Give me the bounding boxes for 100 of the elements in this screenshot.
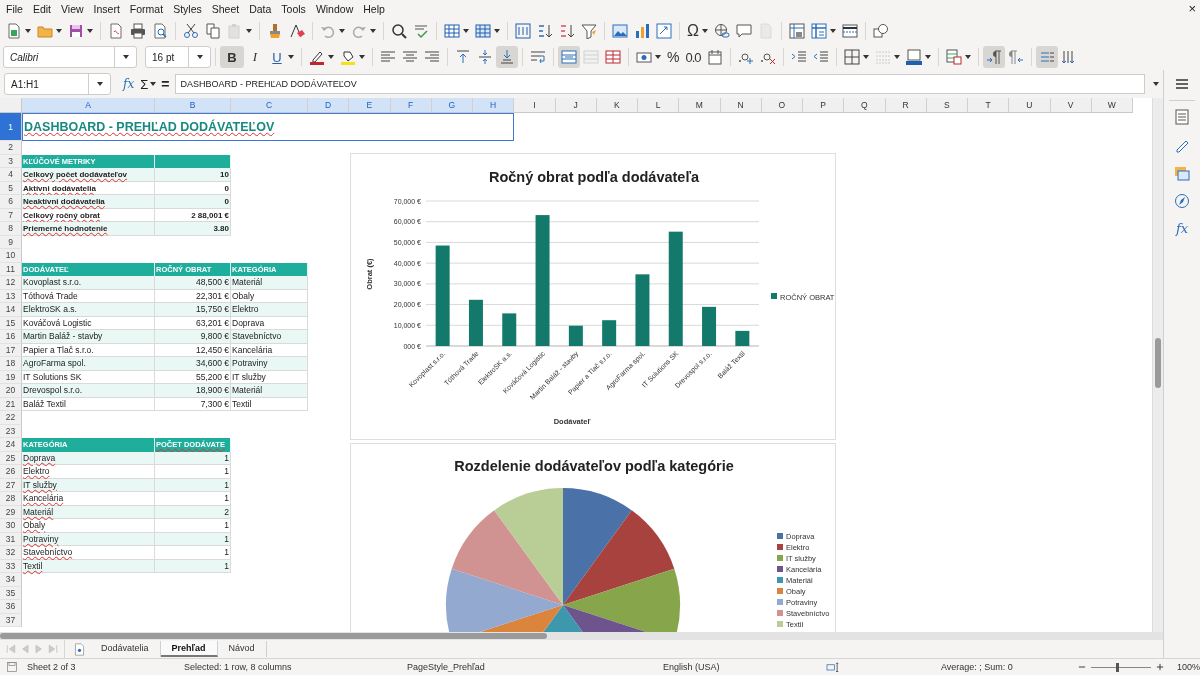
menu-item[interactable]: View xyxy=(56,2,89,15)
column-header[interactable]: L xyxy=(638,98,680,113)
row-header[interactable]: 10 xyxy=(0,249,22,263)
caret-icon[interactable] xyxy=(924,55,931,59)
print-preview-icon[interactable] xyxy=(152,22,168,39)
column-header[interactable]: I xyxy=(514,98,556,113)
font-color-icon[interactable] xyxy=(309,49,325,65)
column-header[interactable]: H xyxy=(473,98,515,113)
column-header[interactable]: N xyxy=(720,98,762,113)
slider-thumb[interactable] xyxy=(1115,662,1119,672)
functions-button[interactable]: fx xyxy=(1175,221,1189,236)
column-header[interactable]: V xyxy=(1050,98,1092,113)
row-header[interactable]: 22 xyxy=(0,411,22,425)
align-middle-icon[interactable] xyxy=(477,49,493,65)
caret-icon[interactable] xyxy=(196,55,203,59)
formula-button[interactable]: = xyxy=(161,76,170,92)
row-header[interactable]: 14 xyxy=(0,303,22,317)
banknote-icon[interactable] xyxy=(636,49,652,65)
menu-item[interactable]: Tools xyxy=(276,2,311,15)
row-header[interactable]: 6 xyxy=(0,195,22,209)
properties-icon[interactable] xyxy=(1174,109,1190,125)
spellcheck-icon[interactable] xyxy=(413,22,429,39)
menu-item[interactable]: Styles xyxy=(168,2,207,15)
column-header[interactable]: T xyxy=(968,98,1010,113)
align-top-icon[interactable] xyxy=(455,49,471,65)
right-to-left-icon[interactable] xyxy=(1007,49,1024,65)
column-header[interactable]: M xyxy=(679,98,721,113)
column-header[interactable]: E xyxy=(349,98,391,113)
bold-button[interactable]: B xyxy=(220,46,244,68)
menu-item[interactable]: Help xyxy=(358,2,390,15)
menu-icon[interactable] xyxy=(1174,76,1190,92)
number-format-button[interactable]: 0.0 xyxy=(682,46,704,68)
caret-icon[interactable] xyxy=(288,55,294,59)
merge-cells-icon[interactable] xyxy=(583,49,599,65)
underline-button[interactable]: U xyxy=(266,46,288,68)
save-status-icon[interactable] xyxy=(6,661,18,673)
shapes-icon[interactable] xyxy=(872,22,889,39)
funnel-icon[interactable] xyxy=(581,22,597,39)
caret-icon[interactable] xyxy=(1153,82,1159,86)
menu-item[interactable]: Format xyxy=(124,2,169,15)
sheet-tab[interactable]: Návod xyxy=(217,641,267,657)
caret-icon[interactable] xyxy=(87,28,93,33)
row-header[interactable]: 8 xyxy=(0,222,22,236)
vertical-text-icon[interactable] xyxy=(1060,49,1077,65)
borders-icon[interactable] xyxy=(843,49,860,65)
border-color-icon[interactable] xyxy=(905,49,922,65)
caret-icon[interactable] xyxy=(829,28,836,33)
caret-icon[interactable] xyxy=(96,82,103,86)
search-icon[interactable] xyxy=(391,22,407,39)
caret-icon[interactable] xyxy=(25,28,31,33)
calendar-icon[interactable] xyxy=(706,49,723,65)
row-header[interactable]: 2 xyxy=(0,141,22,155)
sheet-tab[interactable]: Prehľad xyxy=(160,641,218,657)
column-header[interactable]: S xyxy=(926,98,968,113)
caret-icon[interactable] xyxy=(359,55,365,59)
special-character-button[interactable]: Ω xyxy=(684,19,702,42)
clipboard-icon[interactable] xyxy=(227,22,243,39)
increase-indent-icon[interactable] xyxy=(790,49,807,65)
caret-icon[interactable] xyxy=(701,28,708,33)
scrollbar-thumb[interactable] xyxy=(1155,338,1161,388)
column-header[interactable]: Q xyxy=(844,98,886,113)
gallery-icon[interactable] xyxy=(1174,165,1190,181)
printer-icon[interactable] xyxy=(130,22,146,39)
caret-icon[interactable] xyxy=(56,28,62,33)
zoom-in-icon[interactable] xyxy=(1155,662,1165,672)
eraser-icon[interactable] xyxy=(289,22,305,39)
vertical-scrollbar[interactable] xyxy=(1152,98,1163,632)
pdf-document-icon[interactable] xyxy=(108,22,124,39)
align-left-icon[interactable] xyxy=(380,49,396,65)
caret-icon[interactable] xyxy=(246,28,252,33)
menu-item[interactable]: Edit xyxy=(27,2,56,15)
decrease-indent-icon[interactable] xyxy=(812,49,829,65)
column-header[interactable]: K xyxy=(596,98,638,113)
row-header[interactable]: 18 xyxy=(0,357,22,371)
row-header[interactable]: 32 xyxy=(0,546,22,560)
column-header[interactable]: J xyxy=(555,98,597,113)
freeze-panes-icon[interactable] xyxy=(810,22,827,39)
caret-icon[interactable] xyxy=(463,28,469,33)
sort-descending-icon[interactable] xyxy=(559,22,575,39)
caret-icon[interactable] xyxy=(964,55,971,59)
split-window-icon[interactable] xyxy=(841,22,858,39)
align-right-icon[interactable] xyxy=(424,49,440,65)
paintbrush-icon[interactable] xyxy=(267,22,283,39)
sort-ascending-icon[interactable] xyxy=(537,22,553,39)
italic-button[interactable]: I xyxy=(244,46,266,68)
row-header[interactable]: 34 xyxy=(0,573,22,587)
copy-icon[interactable] xyxy=(205,22,221,39)
align-center-icon[interactable] xyxy=(402,49,418,65)
caret-icon[interactable] xyxy=(370,28,376,33)
caret-icon[interactable] xyxy=(339,28,345,33)
caret-icon[interactable] xyxy=(328,55,334,59)
compass-icon[interactable] xyxy=(1174,193,1190,209)
row-header[interactable]: 28 xyxy=(0,492,22,506)
row-header[interactable]: 26 xyxy=(0,465,22,479)
column-header[interactable]: P xyxy=(803,98,845,113)
row-header[interactable]: 1 xyxy=(0,113,22,141)
column-header[interactable]: F xyxy=(390,98,432,113)
table-grid-icon[interactable] xyxy=(444,22,460,39)
column-header[interactable]: C xyxy=(231,98,308,113)
row-header[interactable]: 24 xyxy=(0,438,22,452)
